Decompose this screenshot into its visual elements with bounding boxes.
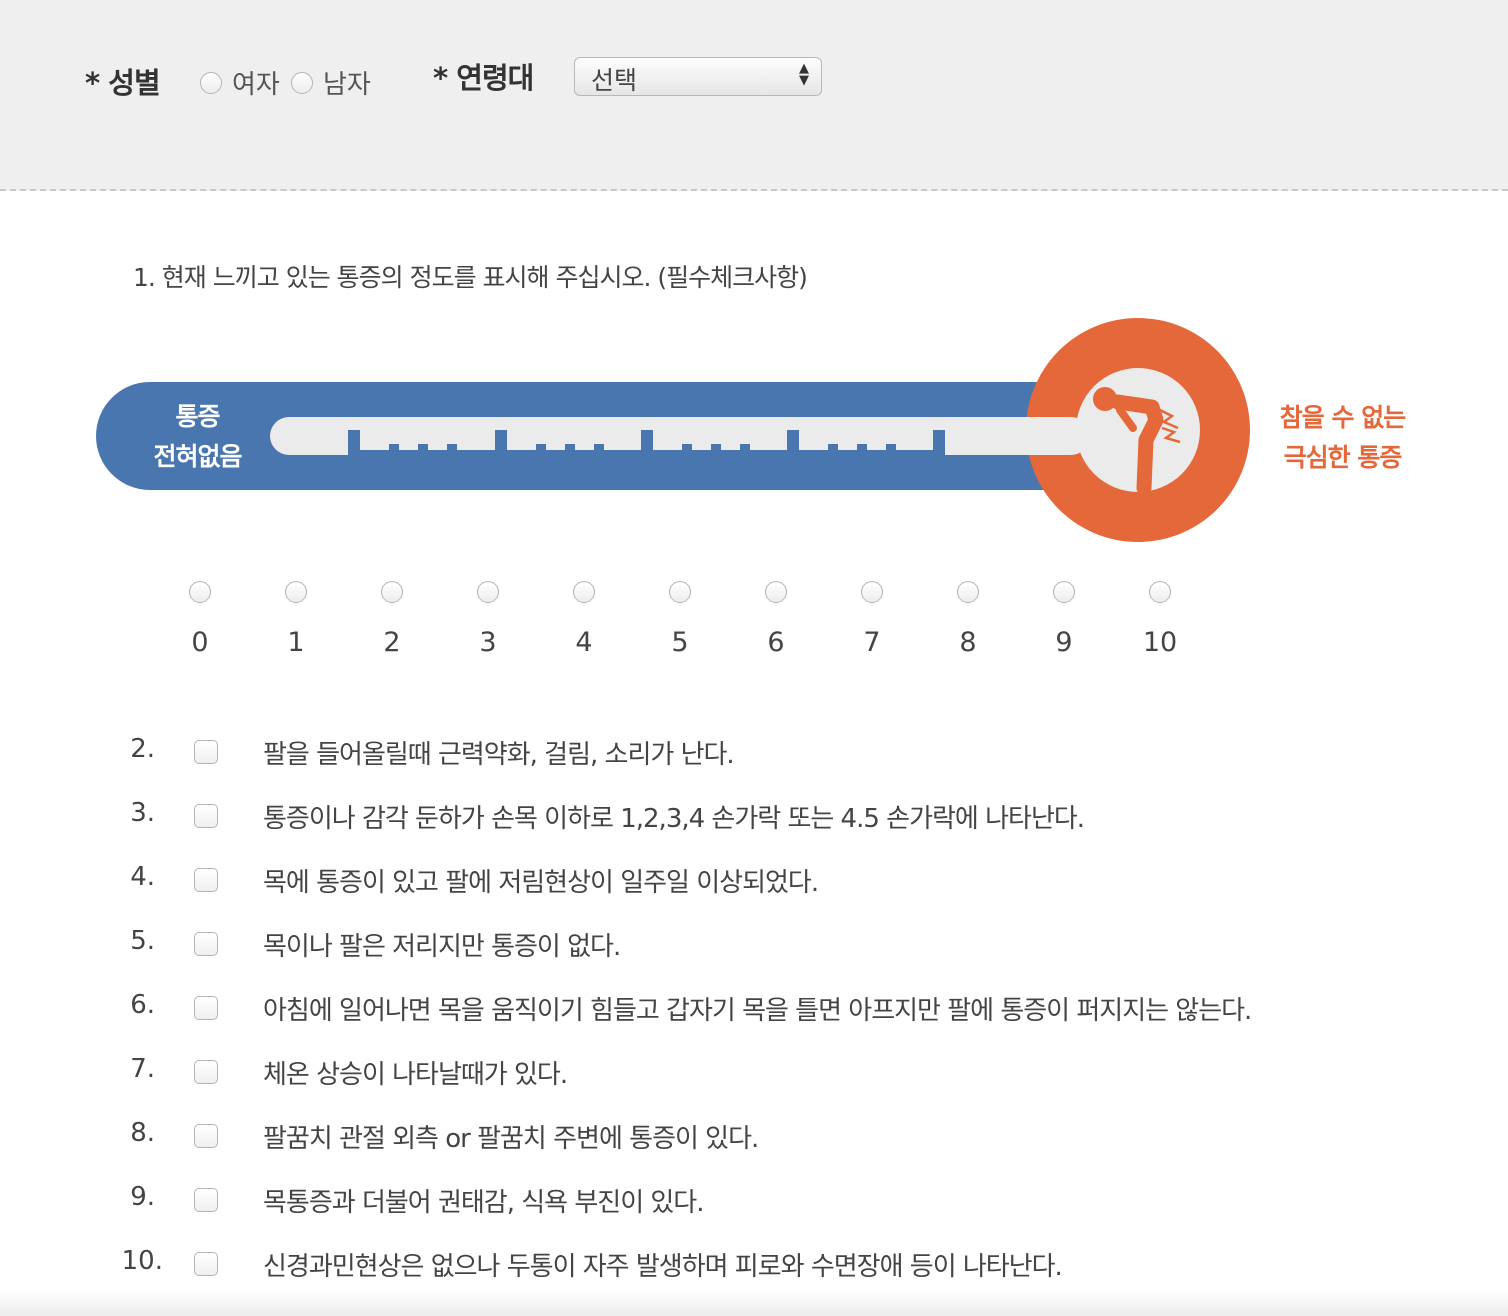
pain-rating-4-label[interactable]: 4 (554, 627, 614, 658)
pain-rating-5-label[interactable]: 5 (650, 627, 710, 658)
scale-left-label-line2: 전혀없음 (153, 442, 242, 471)
pain-rating-1-radio[interactable] (285, 581, 307, 603)
pain-scale-graphic (96, 318, 1250, 542)
symptom-10-checkbox[interactable] (194, 1252, 218, 1276)
symptom-8-checkbox[interactable] (194, 1124, 218, 1148)
symptom-4-checkbox[interactable] (194, 868, 218, 892)
item-number: 5. (130, 926, 155, 956)
pain-rating-8-radio[interactable] (957, 581, 979, 603)
pain-rating-7-radio[interactable] (861, 581, 883, 603)
symptom-10-text: 신경과민현상은 없으나 두통이 자주 발생하며 피로와 수면장애 등이 나타난다… (263, 1252, 1063, 1282)
pain-rating-10-label[interactable]: 10 (1130, 627, 1190, 658)
symptom-4-text: 목에 통증이 있고 팔에 저림현상이 일주일 이상되었다. (263, 868, 819, 898)
item-number: 4. (130, 862, 155, 892)
pain-rating-2-radio[interactable] (381, 581, 403, 603)
pain-rating-9-label[interactable]: 9 (1034, 627, 1094, 658)
item-number: 3. (130, 798, 155, 828)
symptom-5-checkbox[interactable] (194, 932, 218, 956)
symptom-6-text: 아침에 일어나면 목을 움직이기 힘들고 갑자기 목을 틀면 아프지만 팔에 통… (263, 996, 1252, 1026)
item-number: 9. (130, 1182, 155, 1212)
item-number: 7. (130, 1054, 155, 1084)
item-number: 10. (121, 1246, 163, 1276)
item-number: 2. (130, 734, 155, 764)
pain-rating-9-radio[interactable] (1053, 581, 1075, 603)
scale-right-label-line1: 참을 수 없는 (1279, 403, 1406, 432)
symptom-7-checkbox[interactable] (194, 1060, 218, 1084)
pain-rating-8-label[interactable]: 8 (938, 627, 998, 658)
pain-rating-3-label[interactable]: 3 (458, 627, 518, 658)
item-number: 8. (130, 1118, 155, 1148)
pain-rating-6-radio[interactable] (765, 581, 787, 603)
symptom-6-checkbox[interactable] (194, 996, 218, 1020)
symptom-7-text: 체온 상승이 나타날때가 있다. (263, 1060, 568, 1090)
scale-right-label-line2: 극심한 통증 (1283, 443, 1403, 472)
pain-rating-3-radio[interactable] (477, 581, 499, 603)
scale-left-label-line1: 통증 (175, 402, 220, 431)
pain-rating-0-radio[interactable] (189, 581, 211, 603)
pain-rating-1-label[interactable]: 1 (266, 627, 326, 658)
item-number: 6. (130, 990, 155, 1020)
pain-rating-4-radio[interactable] (573, 581, 595, 603)
symptom-9-checkbox[interactable] (194, 1188, 218, 1212)
symptom-8-text: 팔꿈치 관절 외측 or 팔꿈치 주변에 통증이 있다. (263, 1124, 759, 1154)
pain-rating-6-label[interactable]: 6 (746, 627, 806, 658)
symptom-5-text: 목이나 팔은 저리지만 통증이 없다. (263, 932, 621, 962)
pain-rating-2-label[interactable]: 2 (362, 627, 422, 658)
page-bottom-fade (0, 1290, 1508, 1316)
symptom-2-checkbox[interactable] (194, 740, 218, 764)
pain-rating-5-radio[interactable] (669, 581, 691, 603)
symptom-2-text: 팔을 들어올릴때 근력약화, 걸림, 소리가 난다. (263, 740, 735, 770)
pain-rating-10-radio[interactable] (1149, 581, 1171, 603)
symptom-3-checkbox[interactable] (194, 804, 218, 828)
symptom-3-text: 통증이나 감각 둔하가 손목 이하로 1,2,3,4 손가락 또는 4.5 손가… (263, 804, 1085, 834)
symptom-9-text: 목통증과 더불어 권태감, 식욕 부진이 있다. (263, 1188, 704, 1218)
pain-rating-7-label[interactable]: 7 (842, 627, 902, 658)
pain-rating-0-label[interactable]: 0 (170, 627, 230, 658)
